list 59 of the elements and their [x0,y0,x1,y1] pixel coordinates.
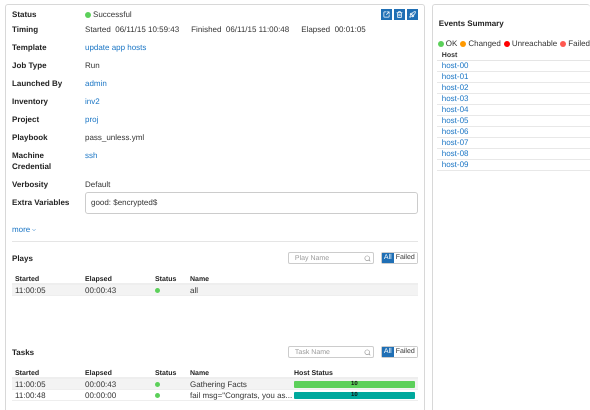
field-link[interactable]: admin [85,78,418,89]
host-link[interactable]: host-03 [436,94,590,105]
more-link[interactable]: more [12,225,38,234]
field-link[interactable]: inv2 [85,96,418,107]
extra-variables-field[interactable]: good: $encrypted$ [85,192,418,214]
field-link[interactable]: ssh [85,150,418,161]
field-value: pass_unless.yml [85,132,146,143]
field-label: Project [12,114,40,125]
table-cell-text: 11:00:48 [15,390,47,400]
section-title: Tasks [12,348,34,356]
trash-icon [396,11,403,18]
table-cell-text: 11:00:05 [15,286,47,294]
table-cell-text: fail msg="Congrats, you as... [190,390,294,400]
timing-value: Elapsed 00:01:05 [301,24,366,35]
table-cell-text: 00:00:00 [85,390,118,400]
host-link[interactable]: host-02 [436,83,590,94]
host-link[interactable]: host-09 [436,160,590,171]
legend-item: Unreachable [504,39,558,48]
section-title: Plays [12,254,33,262]
host-link[interactable]: host-07 [436,138,590,149]
field-link[interactable]: proj [85,114,418,125]
edit-button[interactable] [380,9,392,20]
legend-item: Changed [460,39,501,48]
field-label: Status [12,9,38,20]
host-link[interactable]: host-06 [436,127,590,138]
host-link[interactable]: host-08 [436,149,590,160]
table-cell-text: Gathering Facts [190,380,248,388]
timing-value: Started 06/11/15 10:59:43 [85,24,180,35]
legend-item: OK [438,39,458,48]
field-label: Job Type [12,60,48,71]
external-link-icon [382,11,390,18]
delete-button[interactable] [394,9,405,20]
field-label: Inventory [12,96,50,107]
field-label: Extra Variables [12,197,70,208]
launch-button[interactable] [406,9,418,20]
chevron-down-icon [31,226,38,232]
host-link[interactable]: host-05 [436,116,590,127]
table-cell-text: 00:00:43 [85,380,118,388]
field-link[interactable]: update app hosts [85,42,418,53]
table-cell-text: all [190,286,200,294]
field-label: Machine Credential [12,150,52,172]
field-label: Timing [12,24,40,35]
field-label: Playbook [12,132,49,143]
timing-value: Finished 06/11/15 11:00:48 [191,24,290,35]
field-label: Template [12,42,48,53]
legend-item: Failed [560,39,590,48]
search-icon [364,348,371,356]
host-link[interactable]: host-04 [436,105,590,116]
rocket-icon [408,11,416,18]
search-icon [364,254,371,262]
field-label: Verbosity [12,179,50,190]
field-label: Launched By [12,78,64,89]
table-cell-text: 11:00:05 [15,380,47,388]
table-cell-text: 00:00:43 [85,286,118,294]
host-link[interactable]: host-00 [436,61,590,72]
panel-title: Events Summary [438,19,505,28]
field-value: Default [85,179,112,190]
host-link[interactable]: host-01 [436,72,590,83]
field-value: Run [85,60,101,71]
